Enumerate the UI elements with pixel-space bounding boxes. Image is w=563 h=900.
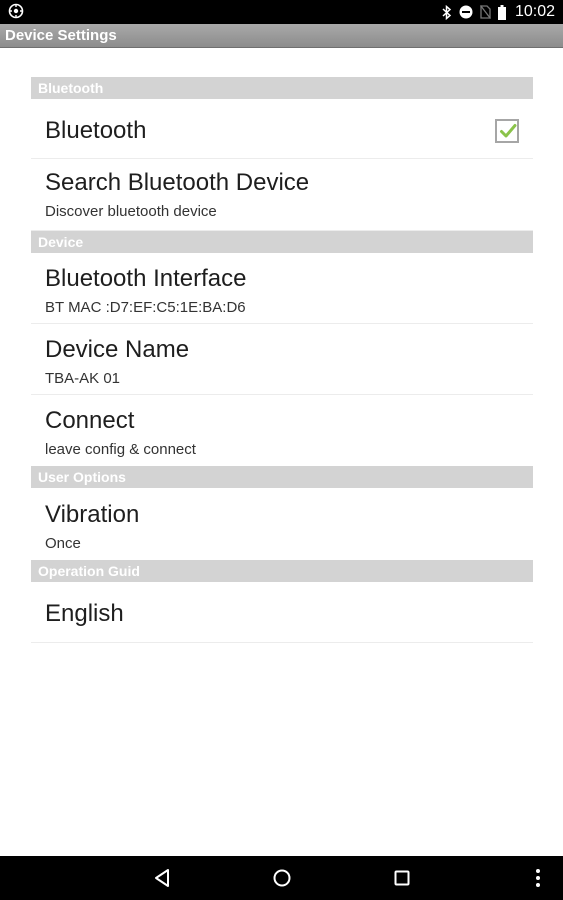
pref-interface-title: Bluetooth Interface: [45, 265, 247, 292]
app-notification-icon: [8, 3, 24, 19]
pref-connect-summary: leave config & connect: [45, 441, 196, 458]
pref-language-english[interactable]: English: [31, 582, 533, 643]
bluetooth-checkbox[interactable]: [495, 119, 519, 143]
section-header-device: Device: [31, 231, 533, 253]
pref-bluetooth-interface[interactable]: Bluetooth Interface BT MAC :D7:EF:C5:1E:…: [31, 253, 533, 324]
pref-device-name[interactable]: Device Name TBA-AK 01: [31, 324, 533, 395]
battery-icon: [497, 4, 506, 20]
pref-vibration[interactable]: Vibration Once: [31, 488, 533, 560]
pref-interface-summary: BT MAC :D7:EF:C5:1E:BA:D6: [45, 299, 246, 316]
section-header-user-options: User Options: [31, 466, 533, 488]
pref-search-title: Search Bluetooth Device: [45, 169, 310, 196]
home-button[interactable]: [264, 856, 300, 900]
pref-vibration-summary: Once: [45, 535, 81, 552]
clock: 10:02: [514, 3, 555, 20]
pref-connect-title: Connect: [45, 407, 135, 434]
home-icon: [273, 869, 291, 887]
pref-search-bluetooth-device[interactable]: Search Bluetooth Device Discover bluetoo…: [31, 159, 533, 231]
do-not-disturb-icon: [459, 5, 473, 19]
checkmark-icon: [500, 124, 517, 138]
section-header-bluetooth: Bluetooth: [31, 77, 533, 99]
recents-button[interactable]: [384, 856, 420, 900]
status-bar: 10:02: [0, 0, 563, 24]
pref-vibration-title: Vibration: [45, 501, 140, 528]
overflow-menu-button[interactable]: [526, 856, 550, 900]
settings-list: Bluetooth Bluetooth Search Bluetooth Dev…: [31, 77, 533, 643]
pref-search-summary: Discover bluetooth device: [45, 203, 217, 220]
no-sim-icon: [479, 5, 491, 19]
pref-connect[interactable]: Connect leave config & connect: [31, 395, 533, 466]
back-icon: [155, 869, 169, 887]
back-button[interactable]: [145, 856, 179, 900]
section-header-operation-guid: Operation Guid: [31, 560, 533, 582]
pref-language-title: English: [45, 600, 124, 627]
overflow-menu-icon: [536, 869, 540, 887]
recents-icon: [394, 870, 410, 886]
bluetooth-icon: [442, 4, 452, 20]
pref-device-name-summary: TBA-AK 01: [45, 370, 121, 387]
pref-device-name-title: Device Name: [45, 336, 190, 363]
page-title: Device Settings: [5, 27, 117, 44]
pref-bluetooth-title: Bluetooth: [45, 117, 147, 144]
pref-bluetooth[interactable]: Bluetooth: [31, 99, 533, 159]
title-bar: Device Settings: [0, 24, 563, 48]
navigation-bar: [0, 856, 563, 900]
